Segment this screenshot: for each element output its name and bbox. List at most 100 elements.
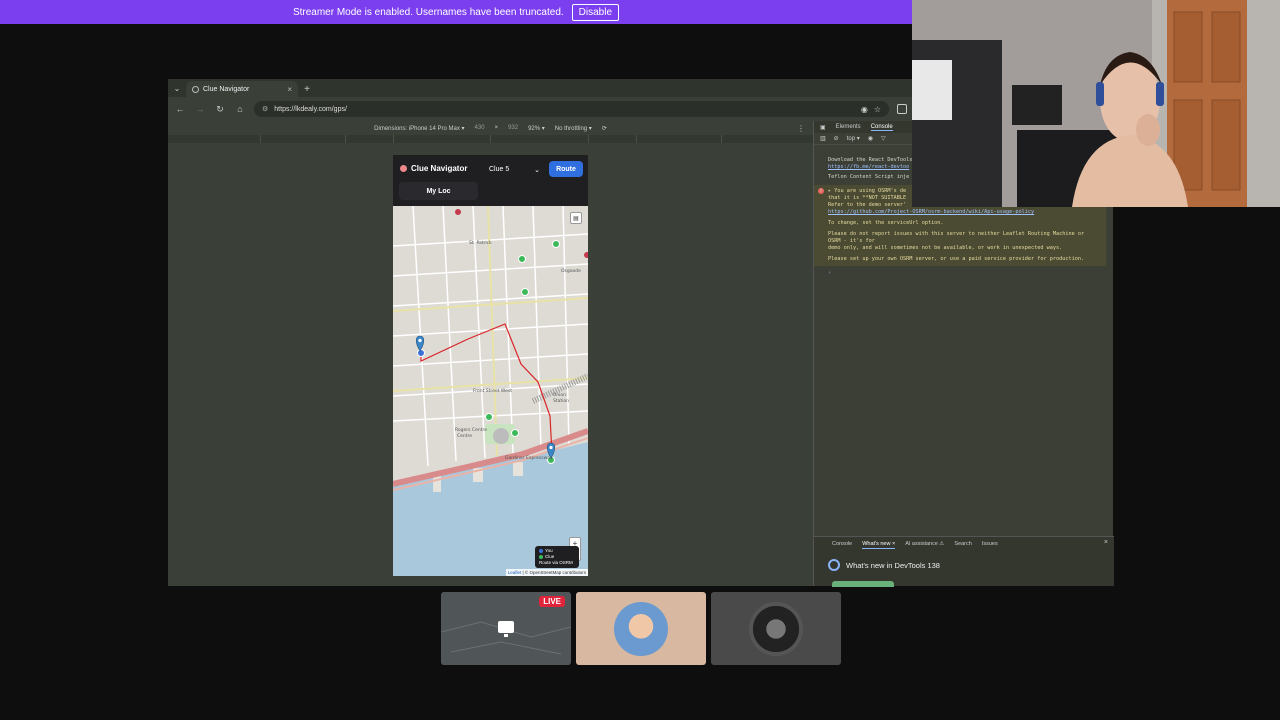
route-button[interactable]: Route — [549, 161, 583, 177]
browser-window: ⌄ Clue Navigator × + ← → ↻ ⌂ ⚙ https://l… — [168, 79, 1114, 587]
legend-you: You — [545, 548, 553, 553]
app-header: Clue Navigator Clue 5 ⌄ Route My Loc — [393, 155, 588, 206]
live-badge: LIVE — [539, 596, 565, 607]
avatar — [749, 602, 803, 656]
devtools-tab-console[interactable]: Console — [870, 124, 893, 131]
devtools-tab-elements[interactable]: Elements — [836, 124, 861, 130]
osm-attribution: | © OpenStreetMap contributors — [521, 570, 586, 575]
forward-icon[interactable]: → — [194, 104, 206, 114]
streamer-mode-banner: Streamer Mode is enabled. Usernames have… — [0, 0, 912, 24]
layers-control-icon[interactable]: ▤ — [570, 212, 582, 224]
leaflet-link[interactable]: Leaflet — [508, 570, 522, 575]
map-attribution: Leaflet | © OpenStreetMap contributors — [505, 569, 588, 576]
console-line: To change, set the serviceUrl option. — [828, 220, 944, 226]
tab-bar: ⌄ Clue Navigator × + — [168, 79, 913, 97]
clue-select[interactable]: Clue 5 ⌄ — [483, 162, 546, 177]
tab-close-icon[interactable]: × — [287, 85, 292, 94]
console-prompt[interactable]: › — [828, 270, 1106, 277]
whats-new-title: What's new in DevTools 138 — [846, 560, 940, 570]
back-icon[interactable]: ← — [174, 104, 186, 114]
eye-icon[interactable]: ◉ — [868, 135, 873, 142]
app-title: Clue Navigator — [400, 164, 467, 173]
map-tiles[interactable]: St. Patrick Osgoode Union Station Front … — [393, 206, 588, 576]
you-marker[interactable] — [417, 349, 425, 357]
avatar — [614, 602, 668, 656]
participant-tile[interactable] — [711, 592, 841, 665]
drawer-tab-whats-new[interactable]: What's new × — [862, 541, 896, 549]
throttling-select[interactable]: No throttling ▾ — [555, 125, 592, 132]
map-label-gardiner: Gardiner Expressway — [505, 455, 553, 461]
map-legend: You Clue Route via OSRM — [535, 546, 579, 568]
stream-stage: Streamer Mode is enabled. Usernames have… — [0, 0, 1280, 720]
new-tab-button[interactable]: + — [298, 81, 316, 97]
extension-icon[interactable] — [897, 104, 907, 114]
tab-title: Clue Navigator — [203, 85, 250, 93]
banner-message: Streamer Mode is enabled. Usernames have… — [292, 6, 564, 18]
location-icon[interactable]: ◉ — [861, 105, 868, 114]
drawer-tab-ai-assistance[interactable]: AI assistance ⚠ — [905, 541, 944, 549]
app-title-text: Clue Navigator — [411, 164, 468, 173]
clue-marker[interactable] — [511, 429, 519, 437]
my-location-button[interactable]: My Loc — [399, 182, 478, 200]
globe-icon — [192, 85, 199, 93]
tab-clue-navigator[interactable]: Clue Navigator × — [186, 81, 298, 97]
map-label-front-street: Front Street West — [473, 388, 512, 394]
webcam-overlay — [912, 0, 1280, 207]
bookmark-star-icon[interactable]: ☆ — [874, 105, 881, 114]
clue-marker[interactable] — [485, 413, 493, 421]
participant-tile-screen[interactable]: LIVE — [441, 592, 571, 665]
device-ruler — [168, 135, 813, 143]
clue-marker[interactable] — [521, 288, 529, 296]
map-pin-icon — [400, 165, 407, 172]
drawer-close-icon[interactable]: × — [1104, 539, 1108, 546]
dimension-separator: × — [494, 125, 499, 131]
url-text[interactable]: https://lkdealy.com/gps/ — [274, 106, 855, 113]
console-line: Please set up your own OSRM server, or u… — [828, 256, 1085, 262]
whats-new-button[interactable] — [832, 581, 894, 587]
home-icon[interactable]: ⌂ — [234, 104, 246, 114]
devtools-drawer: Console What's new × AI assistance ⚠ Sea… — [814, 536, 1114, 587]
map-label-union: Union — [553, 392, 566, 398]
map-label-centre: Centre — [457, 433, 472, 439]
clue-select-value: Clue 5 — [489, 166, 510, 173]
filter-icon[interactable]: ▽ — [881, 135, 886, 142]
address-bar[interactable]: ⚙ https://lkdealy.com/gps/ ◉ ☆ — [254, 101, 889, 117]
clue-marker[interactable] — [518, 255, 526, 263]
rogers-centre — [493, 428, 509, 444]
participant-tile[interactable] — [576, 592, 706, 665]
tab-search-icon[interactable]: ⌄ — [168, 79, 186, 97]
drawer-tab-console[interactable]: Console — [832, 541, 852, 549]
clear-console-icon[interactable]: ⊘ — [834, 135, 839, 142]
rotate-icon[interactable]: ⟳ — [602, 125, 607, 132]
map-label-rogers: Rogers Centre — [455, 427, 487, 433]
console-line: demo only, and will sometimes not be ava… — [828, 245, 1063, 251]
whats-new-header: What's new in DevTools 138 — [828, 559, 940, 571]
screen-share-icon — [498, 621, 514, 637]
device-zoom-select[interactable]: 92% ▾ — [528, 125, 545, 132]
more-options-icon[interactable]: ⋮ — [797, 124, 805, 133]
clue-marker[interactable] — [552, 240, 560, 248]
phone-viewport: Clue Navigator Clue 5 ⌄ Route My Loc St.… — [393, 155, 588, 576]
drawer-tab-issues[interactable]: Issues — [982, 541, 998, 549]
map-label-st-patrick: St. Patrick — [469, 240, 492, 246]
poi-marker — [455, 209, 461, 215]
context-select[interactable]: top ▾ — [847, 135, 860, 142]
devtools-logo-icon — [828, 559, 840, 571]
drawer-tab-search[interactable]: Search — [954, 541, 971, 549]
device-height-input[interactable]: 932 — [508, 125, 518, 131]
disable-streamer-mode-button[interactable]: Disable — [571, 3, 620, 21]
legend-route: Route via OSRM — [539, 560, 573, 565]
device-width-input[interactable]: 430 — [475, 125, 485, 131]
webcam-feed — [912, 0, 1280, 207]
reload-icon[interactable]: ↻ — [214, 104, 226, 115]
you-dot-icon — [539, 548, 543, 553]
sidebar-toggle-icon[interactable]: ▥ — [820, 135, 826, 142]
device-dimensions-select[interactable]: Dimensions: iPhone 14 Pro Max ▾ — [374, 125, 464, 132]
site-info-icon[interactable]: ⚙ — [262, 105, 268, 113]
device-mode-icon[interactable]: ▣ — [820, 124, 826, 131]
map-label-osgoode: Osgoode — [561, 268, 581, 274]
map-view[interactable]: St. Patrick Osgoode Union Station Front … — [393, 206, 588, 576]
chevron-down-icon: ⌄ — [534, 166, 540, 174]
osrm-policy-link[interactable]: https://github.com/Project-OSRM/osrm-bac… — [828, 209, 1098, 216]
warning-icon: ! — [818, 188, 824, 194]
